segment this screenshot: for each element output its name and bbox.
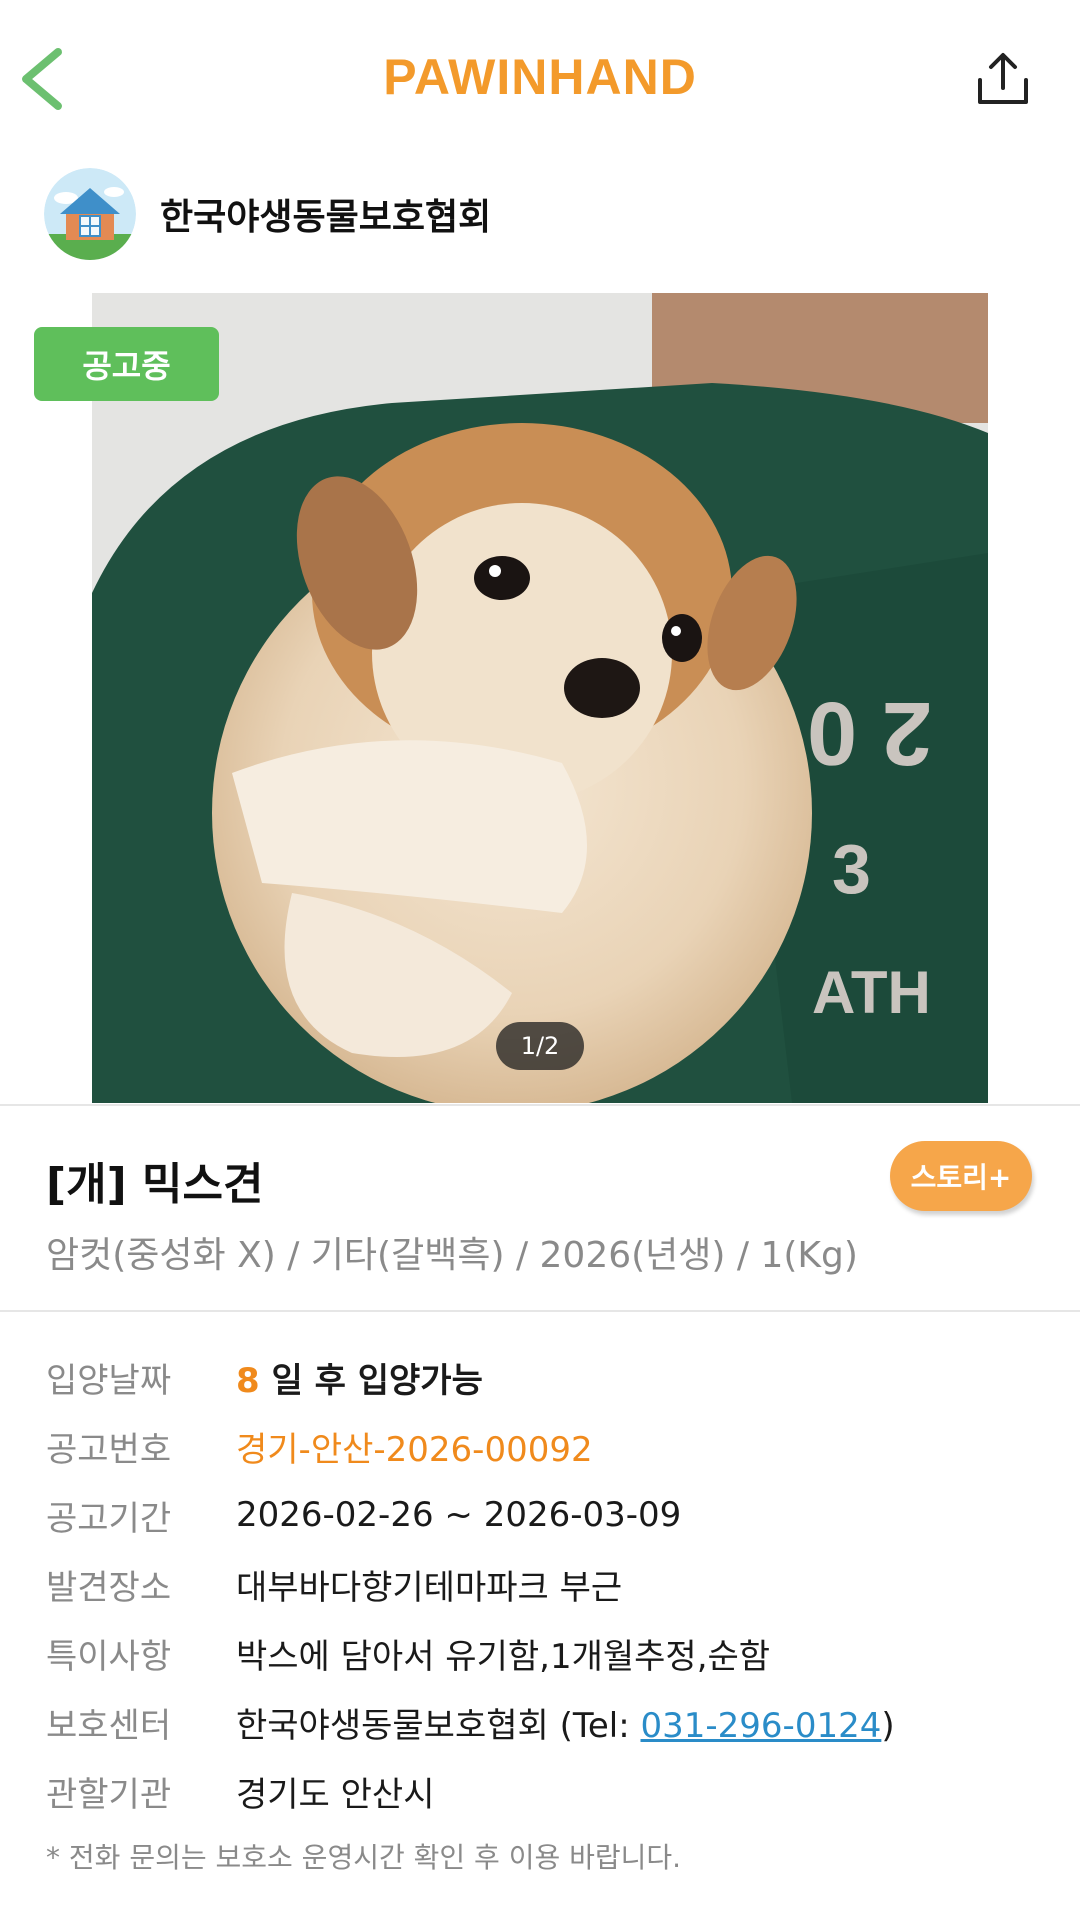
center-info: 한국야생동물보호협회 (Tel: 031-296-0124) xyxy=(236,1698,895,1747)
info-label: 특이사항 xyxy=(46,1636,172,1677)
remarks: 박스에 담아서 유기함,1개월추정,순함 xyxy=(236,1636,771,1677)
footnote: * 전화 문의는 보호소 운영시간 확인 후 이용 바랍니다. xyxy=(46,1841,682,1874)
center-close-paren: ) xyxy=(881,1705,895,1746)
info-label: 관할기관 xyxy=(46,1774,172,1815)
divider xyxy=(0,1104,1080,1106)
authority: 경기도 안산시 xyxy=(236,1774,435,1815)
notice-period: 2026-02-26 ~ 2026-03-09 xyxy=(236,1495,682,1535)
puppy-photo-illustration: 2 0 3 ATH xyxy=(92,293,988,1103)
info-label: 보호센터 xyxy=(46,1705,172,1746)
app-logo: PAWINHAND xyxy=(383,49,697,105)
divider xyxy=(0,1310,1080,1312)
photo-counter: 1/2 xyxy=(496,1022,584,1070)
center-name: 한국야생동물보호협회 (Tel: xyxy=(236,1705,641,1746)
info-row-notice-no: 공고번호 경기-안산-2026-00092 xyxy=(46,1421,593,1471)
shelter-avatar xyxy=(44,168,136,260)
info-label: 공고번호 xyxy=(46,1429,172,1470)
svg-text:ATH: ATH xyxy=(812,959,931,1026)
shelter-name: 한국야생동물보호협회 xyxy=(160,197,492,238)
status-badge: 공고중 xyxy=(34,327,219,401)
info-label: 입양날짜 xyxy=(46,1360,172,1401)
adopt-text: 일 후 입양가능 xyxy=(259,1360,483,1401)
share-icon xyxy=(978,53,1028,104)
info-row-authority: 관할기관 경기도 안산시 xyxy=(46,1766,435,1816)
top-app-bar: PAWINHAND xyxy=(0,0,1080,160)
animal-summary: 암컷(중성화 X) / 기타(갈백흑) / 2026(년생) / 1(Kg) xyxy=(46,1235,858,1276)
svg-text:2 0: 2 0 xyxy=(807,683,932,783)
center-phone-link[interactable]: 031-296-0124 xyxy=(641,1706,882,1746)
share-button[interactable] xyxy=(974,50,1032,108)
adopt-availability: 8 일 후 입양가능 xyxy=(236,1353,483,1402)
info-label: 발견장소 xyxy=(46,1567,172,1608)
animal-photo[interactable]: 2 0 3 ATH xyxy=(92,293,988,1103)
animal-title: [개] 믹스견 xyxy=(46,1159,264,1210)
info-row-notice-period: 공고기간 2026-02-26 ~ 2026-03-09 xyxy=(46,1490,681,1540)
info-label: 공고기간 xyxy=(46,1498,172,1539)
info-row-center: 보호센터 한국야생동물보호협회 (Tel: 031-296-0124) xyxy=(46,1697,895,1747)
story-button[interactable]: 스토리+ xyxy=(890,1141,1032,1211)
notice-number: 경기-안산-2026-00092 xyxy=(236,1429,593,1470)
svg-text:3: 3 xyxy=(832,830,871,908)
shelter-profile[interactable]: 한국야생동물보호협회 xyxy=(44,168,491,260)
found-place: 대부바다향기테마파크 부근 xyxy=(236,1567,623,1608)
house-icon xyxy=(44,168,136,260)
info-row-adopt-date: 입양날짜 8 일 후 입양가능 xyxy=(46,1352,483,1402)
info-row-found-place: 발견장소 대부바다향기테마파크 부근 xyxy=(46,1559,622,1609)
adopt-days: 8 xyxy=(236,1360,260,1401)
info-row-remarks: 특이사항 박스에 담아서 유기함,1개월추정,순함 xyxy=(46,1628,770,1678)
